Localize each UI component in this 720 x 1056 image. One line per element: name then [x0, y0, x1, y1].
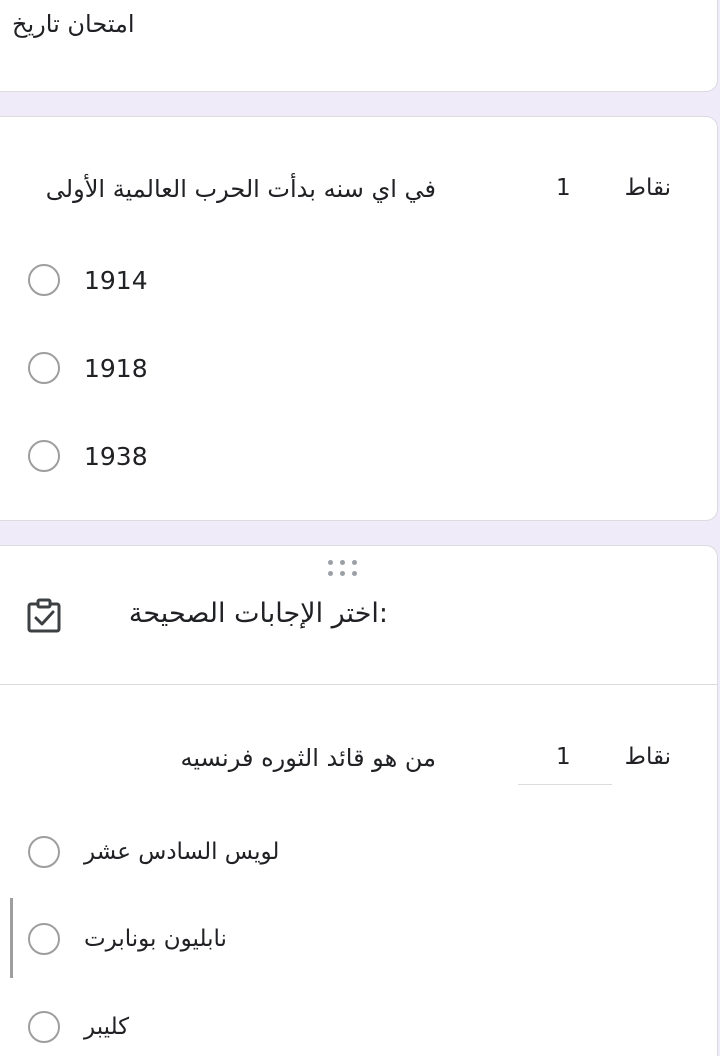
radio-button[interactable]: [28, 836, 60, 868]
radio-button[interactable]: [28, 923, 60, 955]
drag-handle-icon[interactable]: [328, 560, 358, 578]
option-3[interactable]: 1938: [28, 436, 148, 476]
option-label[interactable]: 1914: [84, 266, 148, 295]
option-2[interactable]: 1918: [28, 348, 148, 388]
option-3[interactable]: كليبر: [28, 1007, 129, 1047]
active-option-indicator: [10, 898, 13, 978]
points-input[interactable]: 1: [556, 744, 571, 770]
question-title[interactable]: من هو قائد الثوره فرنسيه: [22, 744, 436, 772]
option-2[interactable]: نابليون بونابرت: [28, 919, 227, 959]
section-title[interactable]: :اختر الإجابات الصحيحة: [88, 598, 388, 629]
option-1[interactable]: 1914: [28, 260, 148, 300]
radio-button[interactable]: [28, 352, 60, 384]
question-title[interactable]: في اي سنه بدأت الحرب العالمية الأولى: [22, 175, 436, 203]
points-label: نقاط: [624, 744, 671, 770]
section-divider: [0, 684, 718, 685]
option-label[interactable]: لويس السادس عشر: [84, 839, 279, 865]
option-label[interactable]: 1938: [84, 442, 148, 471]
form-title-card: امتحان تاريخ: [0, 0, 718, 92]
checklist-icon: [27, 598, 61, 633]
form-title[interactable]: امتحان تاريخ: [12, 10, 135, 38]
question-card-1[interactable]: نقاط 1 في اي سنه بدأت الحرب العالمية الأ…: [0, 116, 718, 521]
points-input[interactable]: 1: [556, 175, 571, 201]
section-card-2[interactable]: :اختر الإجابات الصحيحة نقاط 1 من هو قائد…: [0, 545, 718, 1056]
option-label[interactable]: نابليون بونابرت: [84, 926, 227, 952]
radio-button[interactable]: [28, 264, 60, 296]
radio-button[interactable]: [28, 1011, 60, 1043]
option-label[interactable]: كليبر: [84, 1014, 129, 1040]
radio-button[interactable]: [28, 440, 60, 472]
option-1[interactable]: لويس السادس عشر: [28, 832, 279, 872]
option-label[interactable]: 1918: [84, 354, 148, 383]
points-label: نقاط: [624, 175, 671, 201]
points-input-underline: [518, 784, 612, 785]
